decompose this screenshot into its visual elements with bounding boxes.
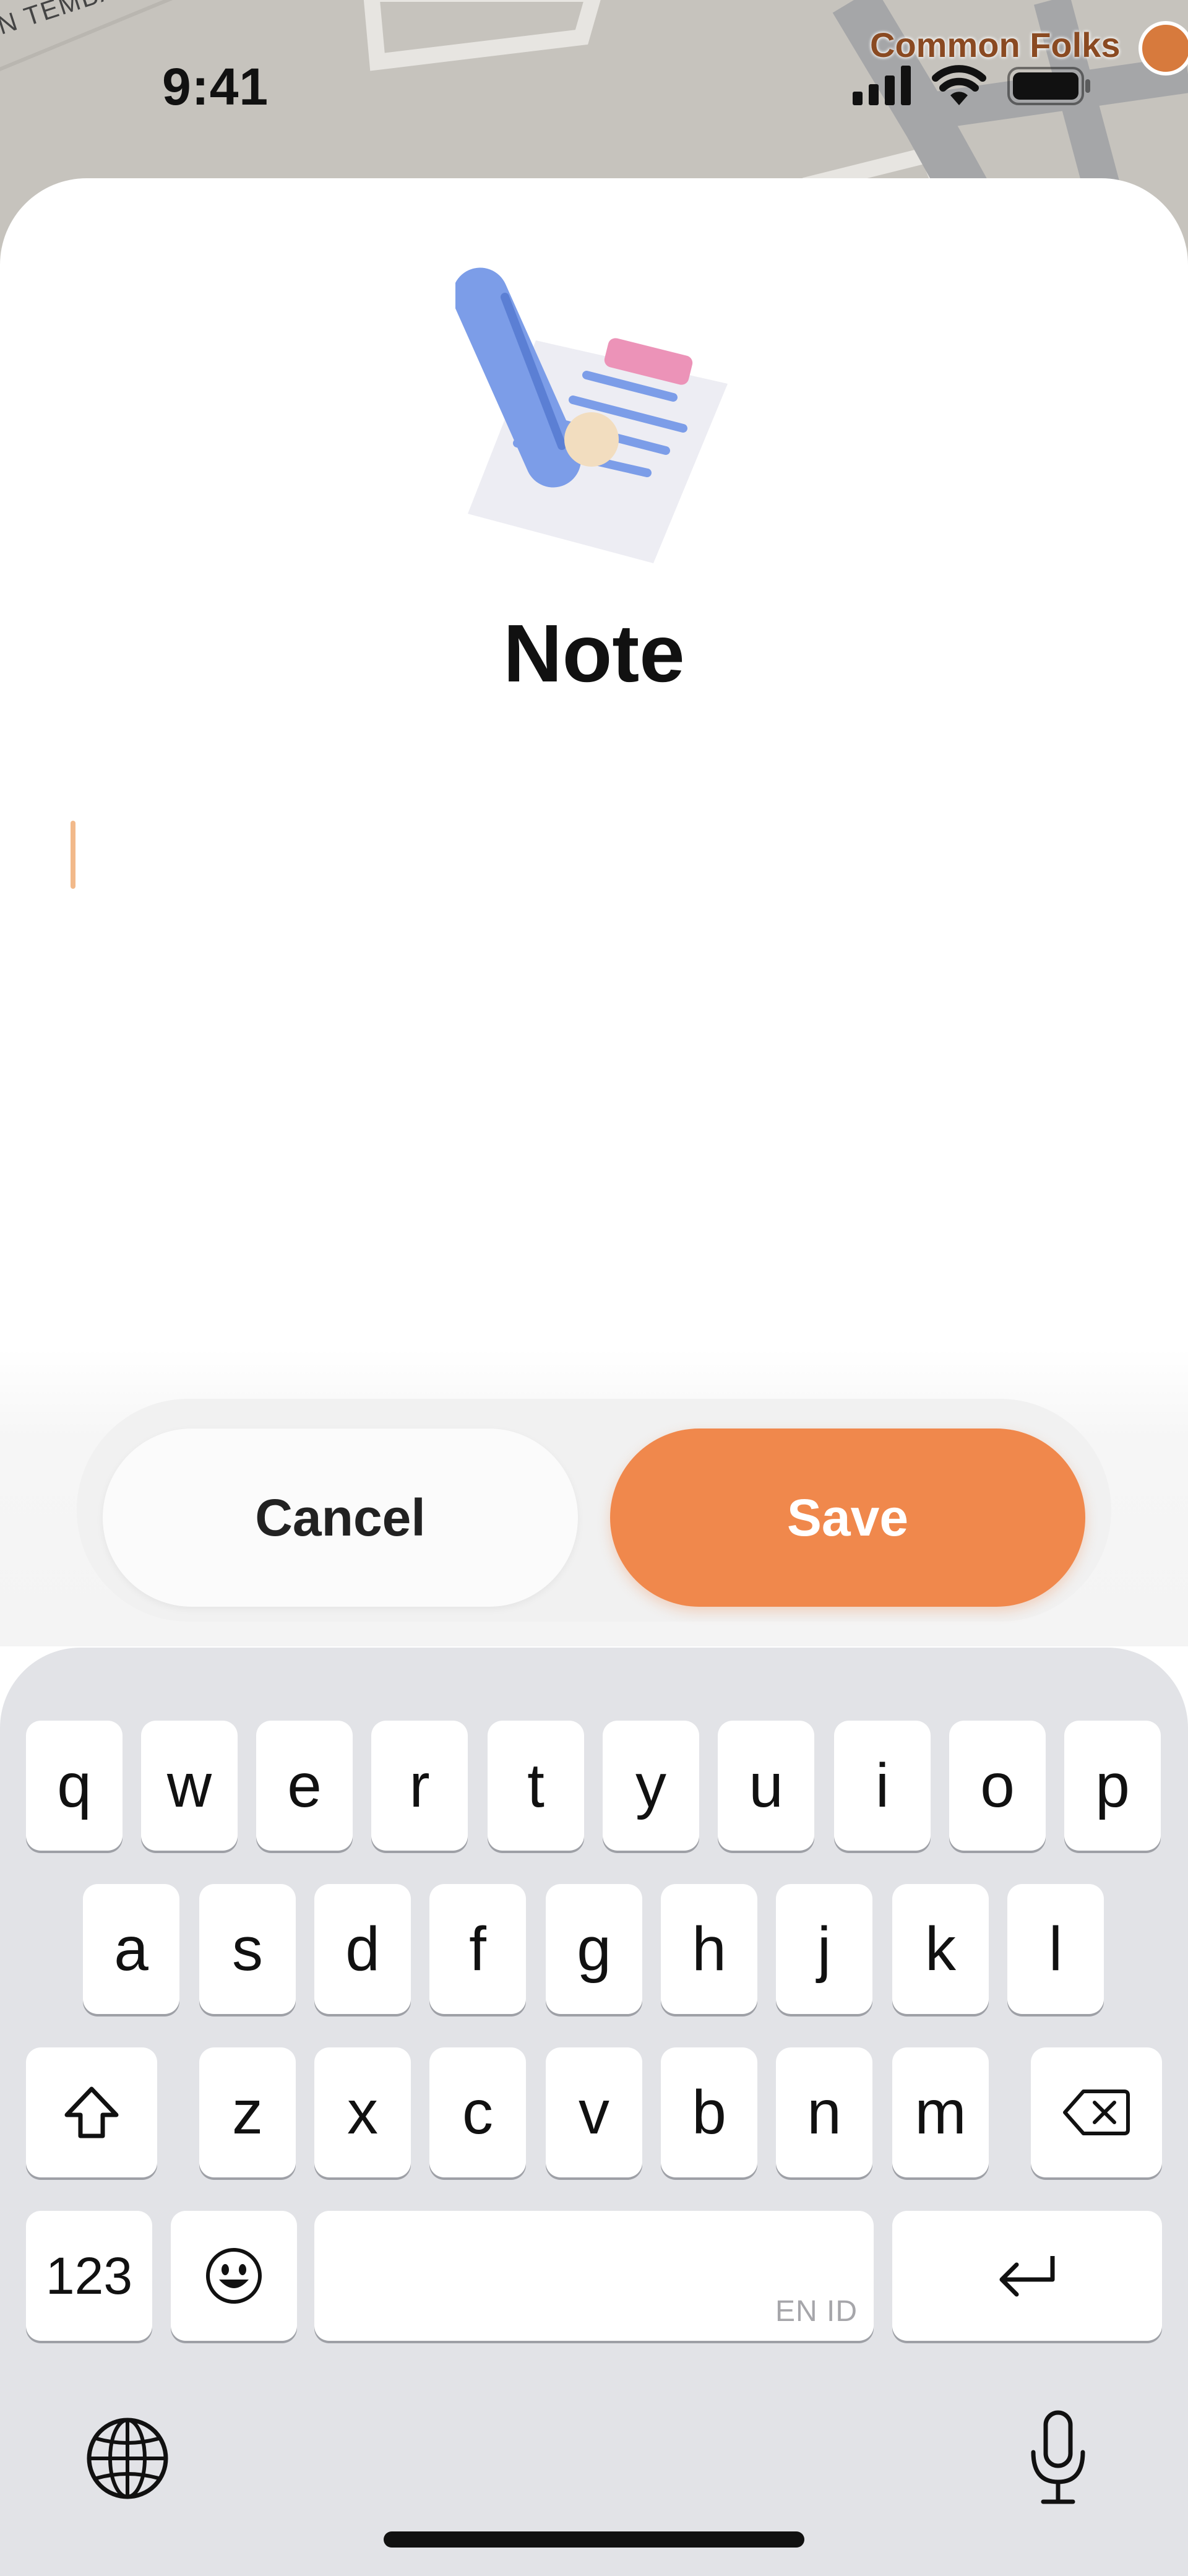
coffee-icon[interactable] — [1138, 21, 1188, 76]
sheet-title: Note — [503, 608, 685, 699]
key-j[interactable]: j — [776, 1884, 872, 2014]
emoji-smiley-icon — [206, 2248, 262, 2304]
globe-icon[interactable] — [84, 2415, 171, 2502]
key-r[interactable]: r — [371, 1721, 468, 1851]
key-i[interactable]: i — [834, 1721, 931, 1851]
cancel-button[interactable]: Cancel — [103, 1428, 578, 1607]
save-button[interactable]: Save — [610, 1428, 1085, 1607]
key-c[interactable]: c — [429, 2047, 526, 2177]
home-indicator — [384, 2531, 804, 2548]
cellular-signal-icon — [853, 66, 911, 105]
status-time: 9:41 — [162, 58, 269, 116]
return-key[interactable] — [892, 2211, 1162, 2341]
key-k[interactable]: k — [892, 1884, 989, 2014]
key-v[interactable]: v — [546, 2047, 642, 2177]
shift-arrow-icon — [64, 2086, 119, 2138]
space-bar[interactable]: EN ID — [314, 2211, 874, 2341]
key-b[interactable]: b — [661, 2047, 757, 2177]
battery-icon — [1007, 67, 1090, 105]
key-s[interactable]: s — [199, 1884, 296, 2014]
key-p[interactable]: p — [1064, 1721, 1161, 1851]
wifi-icon — [932, 65, 986, 105]
key-q[interactable]: q — [26, 1721, 123, 1851]
shift-key[interactable] — [26, 2047, 157, 2177]
key-a[interactable]: a — [83, 1884, 179, 2014]
key-z[interactable]: z — [199, 2047, 296, 2177]
return-arrow-icon — [999, 2256, 1055, 2297]
key-o[interactable]: o — [949, 1721, 1046, 1851]
emoji-key[interactable] — [171, 2211, 297, 2341]
note-illustration-icon — [455, 267, 728, 563]
key-e[interactable]: e — [256, 1721, 353, 1851]
key-f[interactable]: f — [429, 1884, 526, 2014]
key-u[interactable]: u — [718, 1721, 814, 1851]
key-t[interactable]: t — [488, 1721, 584, 1851]
key-g[interactable]: g — [546, 1884, 642, 2014]
map-poi-label[interactable]: Common Folks — [870, 25, 1120, 65]
microphone-icon[interactable] — [1027, 2409, 1089, 2508]
language-hint: EN ID — [775, 2295, 858, 2328]
key-n[interactable]: n — [776, 2047, 872, 2177]
key-x[interactable]: x — [314, 2047, 411, 2177]
text-cursor — [71, 821, 75, 889]
key-d[interactable]: d — [314, 1884, 411, 2014]
backspace-icon — [1063, 2090, 1130, 2135]
key-y[interactable]: y — [603, 1721, 699, 1851]
key-h[interactable]: h — [661, 1884, 757, 2014]
key-l[interactable]: l — [1007, 1884, 1104, 2014]
delete-key[interactable] — [1031, 2047, 1162, 2177]
keyboard: q w e r t y u i o p a s d f g h j k l z … — [0, 1648, 1188, 2576]
key-m[interactable]: m — [892, 2047, 989, 2177]
key-w[interactable]: w — [141, 1721, 238, 1851]
numbers-key[interactable]: 123 — [26, 2211, 152, 2341]
note-text-area[interactable] — [50, 805, 1138, 1312]
